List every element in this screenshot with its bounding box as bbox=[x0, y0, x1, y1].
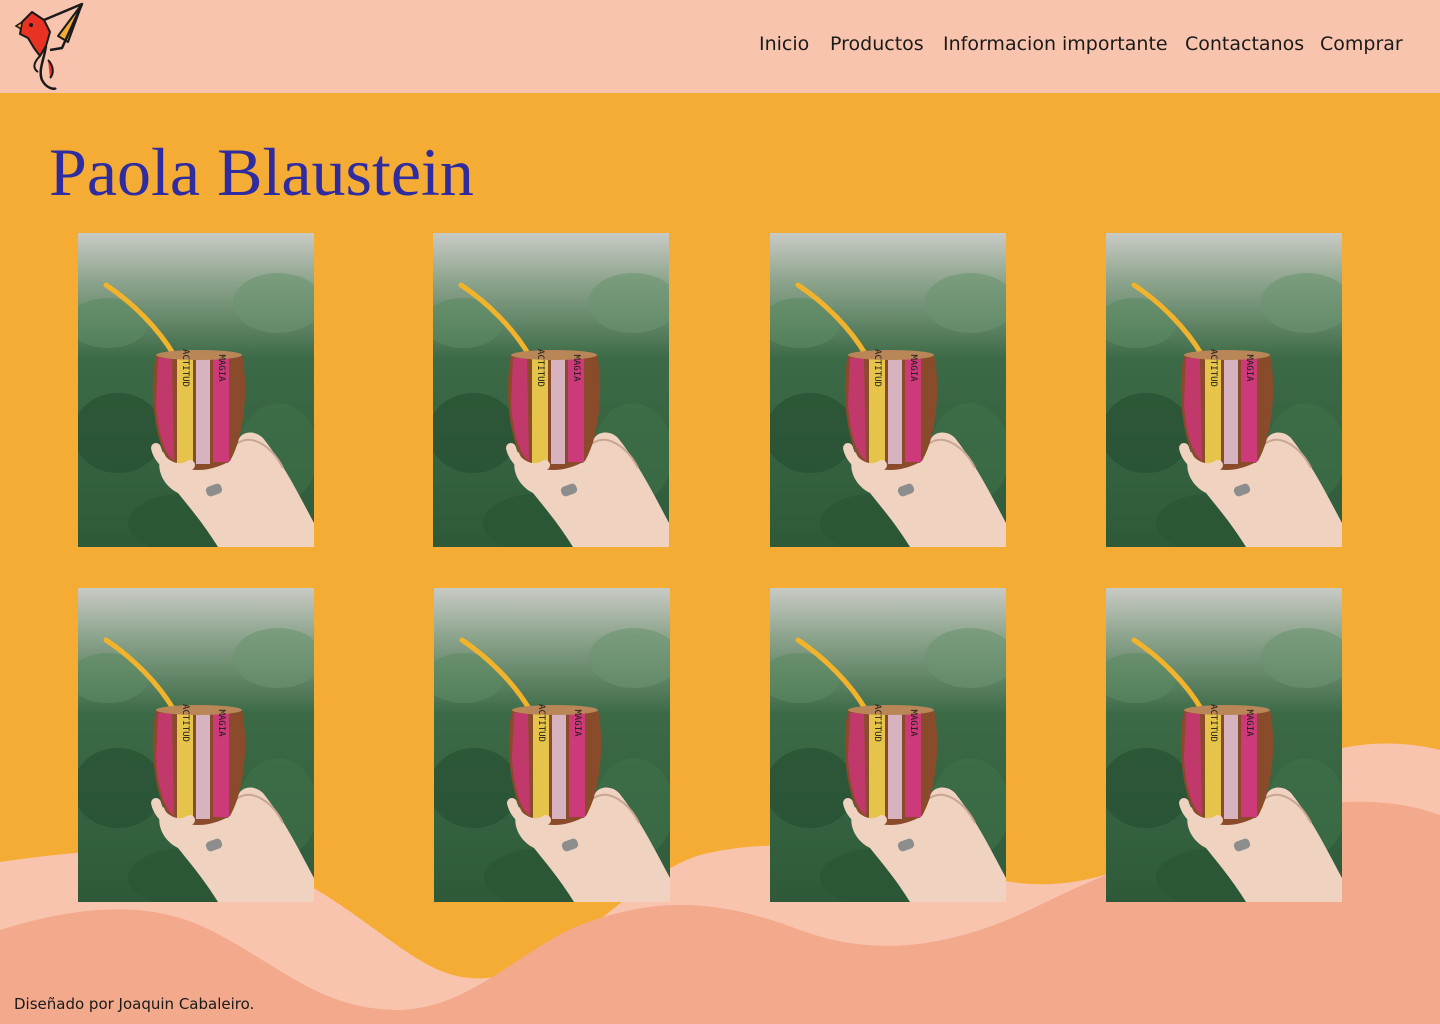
svg-text:ACTITUD: ACTITUD bbox=[180, 349, 190, 387]
mate-cup-photo: ACTITUD MAGIA bbox=[433, 233, 669, 547]
svg-text:ACTITUD: ACTITUD bbox=[536, 704, 546, 742]
nav-link-comprar[interactable]: Comprar bbox=[1320, 33, 1403, 55]
nav-link-productos[interactable]: Productos bbox=[830, 33, 924, 55]
mate-cup-photo: ACTITUD MAGIA bbox=[1106, 233, 1342, 547]
gallery-image[interactable]: ACTITUD MAGIA bbox=[770, 588, 1006, 902]
svg-text:MAGIA: MAGIA bbox=[216, 709, 226, 737]
svg-text:ACTITUD: ACTITUD bbox=[1208, 349, 1218, 387]
svg-text:MAGIA: MAGIA bbox=[572, 709, 582, 737]
svg-text:MAGIA: MAGIA bbox=[1244, 354, 1254, 382]
gallery-image[interactable]: ACTITUD MAGIA bbox=[1106, 588, 1342, 902]
mate-cup-photo: ACTITUD MAGIA bbox=[1106, 588, 1342, 902]
svg-text:ACTITUD: ACTITUD bbox=[180, 704, 190, 742]
svg-text:ACTITUD: ACTITUD bbox=[535, 349, 545, 387]
nav-link-informacion-importante[interactable]: Informacion importante bbox=[943, 33, 1168, 55]
mate-cup-photo: ACTITUD MAGIA bbox=[770, 233, 1006, 547]
gallery-image[interactable]: ACTITUD MAGIA bbox=[1106, 233, 1342, 547]
svg-text:ACTITUD: ACTITUD bbox=[1208, 704, 1218, 742]
svg-text:ACTITUD: ACTITUD bbox=[872, 349, 882, 387]
nav-link-inicio[interactable]: Inicio bbox=[759, 33, 809, 55]
bird-logo-icon[interactable] bbox=[10, 0, 90, 93]
svg-text:MAGIA: MAGIA bbox=[1244, 709, 1254, 737]
gallery-image[interactable]: ACTITUD MAGIA bbox=[770, 233, 1006, 547]
svg-text:MAGIA: MAGIA bbox=[908, 354, 918, 382]
footer-credit: Diseñado por Joaquin Cabaleiro. bbox=[14, 995, 255, 1013]
mate-cup-photo: ACTITUD MAGIA bbox=[78, 233, 314, 547]
svg-text:MAGIA: MAGIA bbox=[216, 354, 226, 382]
gallery-image[interactable]: ACTITUD MAGIA bbox=[433, 233, 669, 547]
nav-link-contactanos[interactable]: Contactanos bbox=[1185, 33, 1304, 55]
svg-text:MAGIA: MAGIA bbox=[571, 354, 581, 382]
svg-text:MAGIA: MAGIA bbox=[908, 709, 918, 737]
top-header: Inicio Productos Informacion importante … bbox=[0, 0, 1440, 93]
mate-cup-photo: ACTITUD MAGIA bbox=[434, 588, 670, 902]
mate-cup-photo: ACTITUD MAGIA bbox=[78, 588, 314, 902]
gallery-image[interactable]: ACTITUD MAGIA bbox=[78, 233, 314, 547]
gallery-image[interactable]: ACTITUD MAGIA bbox=[434, 588, 670, 902]
mate-cup-photo: ACTITUD MAGIA bbox=[770, 588, 1006, 902]
page-title: Paola Blaustein bbox=[49, 134, 474, 210]
gallery-image[interactable]: ACTITUD MAGIA bbox=[78, 588, 314, 902]
svg-text:ACTITUD: ACTITUD bbox=[872, 704, 882, 742]
